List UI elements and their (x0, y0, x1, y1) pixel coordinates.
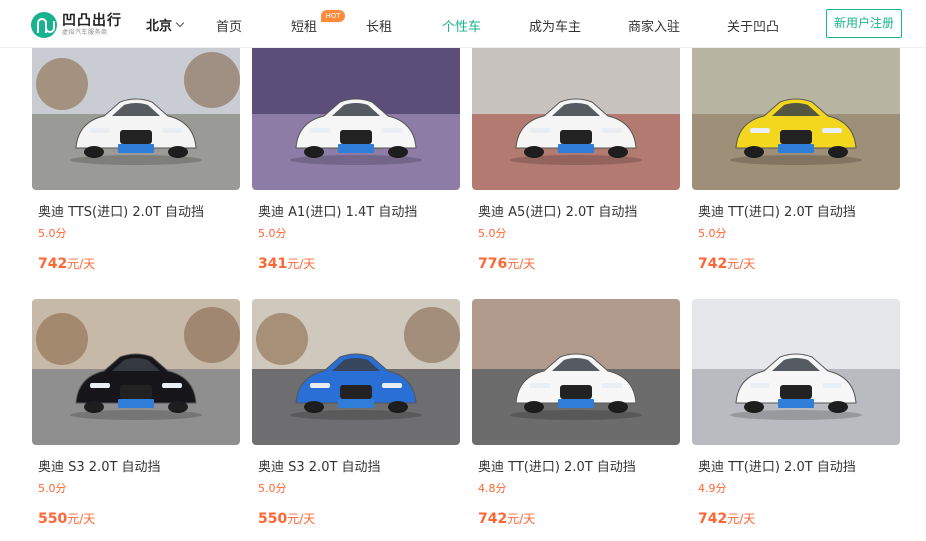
logo-name: 凹凸出行 (62, 12, 122, 29)
price-value: 550 (38, 511, 68, 527)
car-rating: 5.0分 (38, 482, 67, 495)
car-photo[interactable] (692, 44, 900, 190)
car-photo[interactable] (472, 299, 680, 445)
car-price: 776元/天 (478, 255, 535, 272)
price-value: 742 (38, 256, 68, 272)
car-rating: 4.8分 (478, 482, 507, 495)
top-navbar: 凹凸出行 虚拟汽车服务商 北京 首页 短租 HOT 长租 个性车 成为车主 商家… (0, 0, 926, 48)
brand-logo[interactable]: 凹凸出行 虚拟汽车服务商 (31, 12, 122, 38)
car-title[interactable]: 奥迪 TT(进口) 2.0T 自动挡 (478, 456, 636, 475)
car-rating: 5.0分 (38, 227, 67, 240)
logo-tagline: 虚拟汽车服务商 (62, 28, 108, 36)
price-unit: 元/天 (727, 512, 756, 526)
nav-about[interactable]: 关于凹凸 (727, 16, 779, 35)
nav-short-rent[interactable]: 短租 (291, 16, 317, 35)
car-image (252, 44, 460, 190)
car-price: 742元/天 (38, 255, 95, 272)
logo-icon (31, 12, 57, 38)
car-image (252, 299, 460, 445)
nav-become-owner[interactable]: 成为车主 (529, 16, 581, 35)
nav-personalized-cars[interactable]: 个性车 (442, 16, 481, 35)
car-card[interactable]: 奥迪 TT(进口) 2.0T 自动挡 5.0分 742元/天 (692, 44, 900, 276)
car-title[interactable]: 奥迪 TT(进口) 2.0T 自动挡 (698, 456, 856, 475)
car-image (32, 299, 240, 445)
car-price: 550元/天 (258, 510, 315, 527)
car-photo[interactable] (32, 299, 240, 445)
car-rating: 5.0分 (478, 227, 507, 240)
price-unit: 元/天 (67, 512, 96, 526)
car-title[interactable]: 奥迪 S3 2.0T 自动挡 (258, 456, 381, 475)
car-photo[interactable] (252, 299, 460, 445)
nav-merchant-join[interactable]: 商家入驻 (628, 16, 680, 35)
register-button[interactable]: 新用户注册 (826, 9, 902, 38)
car-price: 341元/天 (258, 255, 315, 272)
car-card[interactable]: 奥迪 S3 2.0T 自动挡 5.0分 550元/天 (32, 299, 240, 535)
car-photo[interactable] (252, 44, 460, 190)
city-label: 北京 (146, 19, 173, 34)
hot-badge: HOT (321, 10, 345, 22)
car-rating: 4.9分 (698, 482, 727, 495)
car-price: 742元/天 (478, 510, 535, 527)
price-value: 742 (478, 511, 508, 527)
price-value: 776 (478, 256, 508, 272)
car-photo[interactable] (472, 44, 680, 190)
car-card[interactable]: 奥迪 S3 2.0T 自动挡 5.0分 550元/天 (252, 299, 460, 535)
price-unit: 元/天 (287, 257, 316, 271)
chevron-down-icon (175, 18, 185, 27)
car-card[interactable]: 奥迪 A5(进口) 2.0T 自动挡 5.0分 776元/天 (472, 44, 680, 276)
car-image (32, 44, 240, 190)
city-selector[interactable]: 北京 (146, 15, 185, 34)
car-photo[interactable] (692, 299, 900, 445)
car-title[interactable]: 奥迪 A5(进口) 2.0T 自动挡 (478, 201, 637, 220)
car-image (692, 299, 900, 445)
nav-long-rent[interactable]: 长租 (366, 16, 392, 35)
price-value: 341 (258, 256, 288, 272)
car-photo[interactable] (32, 44, 240, 190)
price-unit: 元/天 (287, 512, 316, 526)
nav-home[interactable]: 首页 (216, 16, 242, 35)
car-title[interactable]: 奥迪 A1(进口) 1.4T 自动挡 (258, 201, 417, 220)
price-unit: 元/天 (507, 512, 536, 526)
car-image (692, 44, 900, 190)
car-image (472, 299, 680, 445)
price-value: 550 (258, 511, 288, 527)
car-title[interactable]: 奥迪 S3 2.0T 自动挡 (38, 456, 161, 475)
price-value: 742 (698, 511, 728, 527)
car-rating: 5.0分 (258, 482, 287, 495)
car-card[interactable]: 奥迪 A1(进口) 1.4T 自动挡 5.0分 341元/天 (252, 44, 460, 276)
car-rating: 5.0分 (698, 227, 727, 240)
car-rating: 5.0分 (258, 227, 287, 240)
price-unit: 元/天 (67, 257, 96, 271)
car-price: 742元/天 (698, 510, 755, 527)
car-title[interactable]: 奥迪 TT(进口) 2.0T 自动挡 (698, 201, 856, 220)
car-card[interactable]: 奥迪 TTS(进口) 2.0T 自动挡 5.0分 742元/天 (32, 44, 240, 276)
car-image (472, 44, 680, 190)
price-unit: 元/天 (507, 257, 536, 271)
car-price: 742元/天 (698, 255, 755, 272)
car-title[interactable]: 奥迪 TTS(进口) 2.0T 自动挡 (38, 201, 204, 220)
car-card[interactable]: 奥迪 TT(进口) 2.0T 自动挡 4.9分 742元/天 (692, 299, 900, 535)
price-unit: 元/天 (727, 257, 756, 271)
car-price: 550元/天 (38, 510, 95, 527)
price-value: 742 (698, 256, 728, 272)
car-card[interactable]: 奥迪 TT(进口) 2.0T 自动挡 4.8分 742元/天 (472, 299, 680, 535)
